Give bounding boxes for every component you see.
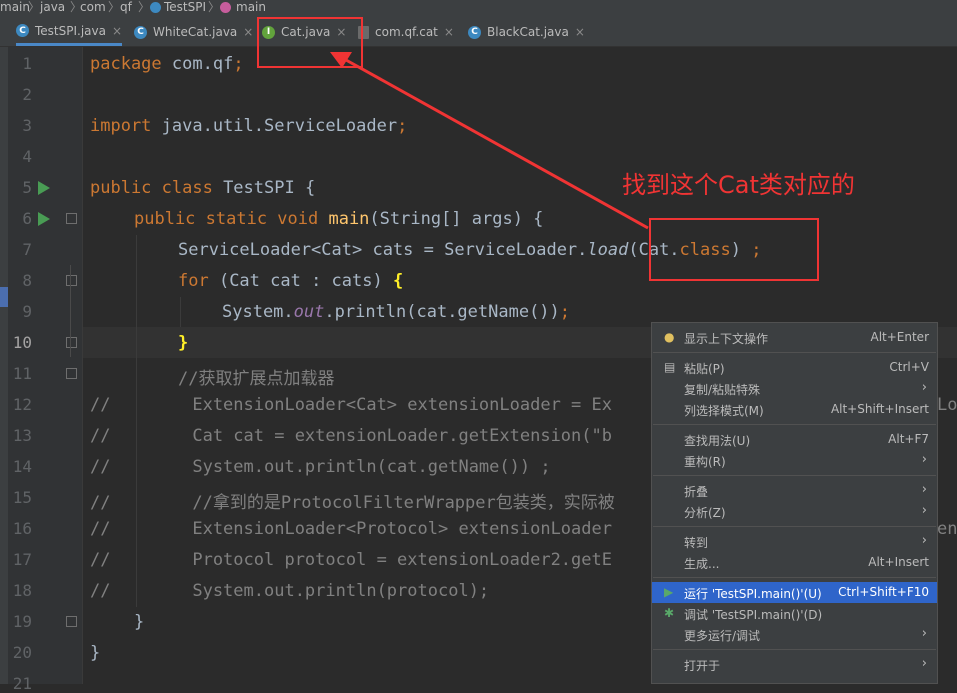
menu-item-generate[interactable]: 生成... Alt+Insert <box>652 552 937 573</box>
menu-item-debug[interactable]: ✱ 调试 'TestSPI.main()'(D) <box>652 603 937 624</box>
menu-item-run[interactable]: ▶ 运行 'TestSPI.main()'(U) Ctrl+Shift+F10 <box>652 582 937 603</box>
debug-icon: ✱ <box>664 606 675 620</box>
menu-separator <box>653 649 936 650</box>
menu-item-refactor[interactable]: 重构(R) › <box>652 450 937 471</box>
menu-item-paste[interactable]: ▤ 粘贴(P) Ctrl+V <box>652 357 937 378</box>
menu-item-folding[interactable]: 折叠 › <box>652 480 937 501</box>
menu-separator <box>653 526 936 527</box>
chevron-right-icon: › <box>921 626 927 641</box>
menu-label: 列选择模式(M) <box>684 404 764 418</box>
menu-label: 显示上下文操作 <box>684 332 769 346</box>
menu-separator <box>653 352 936 353</box>
menu-item-goto[interactable]: 转到 › <box>652 531 937 552</box>
menu-label: 分析(Z) <box>684 506 726 520</box>
menu-shortcut: Alt+F7 <box>888 432 929 446</box>
menu-label: 重构(R) <box>684 455 726 469</box>
menu-label: 转到 <box>684 536 709 550</box>
menu-shortcut: Ctrl+Shift+F10 <box>838 585 929 599</box>
menu-label: 粘贴(P) <box>684 362 725 376</box>
menu-item-analyze[interactable]: 分析(Z) › <box>652 501 937 522</box>
arrow-line <box>345 58 649 230</box>
chevron-right-icon: › <box>921 452 927 467</box>
menu-label: 折叠 <box>684 485 709 499</box>
menu-item-open-in[interactable]: 打开于 › <box>652 654 937 675</box>
menu-separator <box>653 577 936 578</box>
menu-shortcut: Alt+Enter <box>870 330 929 344</box>
menu-item-copy-paste-special[interactable]: 复制/粘贴特殊 › <box>652 378 937 399</box>
chevron-right-icon: › <box>921 482 927 497</box>
menu-label: 更多运行/调试 <box>684 629 761 643</box>
menu-label: 调试 'TestSPI.main()'(D) <box>684 608 823 622</box>
run-icon: ▶ <box>664 585 674 599</box>
menu-item-show-context-actions[interactable]: ● 显示上下文操作 Alt+Enter <box>652 327 937 348</box>
chevron-right-icon: › <box>921 533 927 548</box>
menu-label: 复制/粘贴特殊 <box>684 383 761 397</box>
menu-shortcut: Ctrl+V <box>889 360 929 374</box>
menu-item-column-selection[interactable]: 列选择模式(M) Alt+Shift+Insert <box>652 399 937 420</box>
menu-item-find-usages[interactable]: 查找用法(U) Alt+F7 <box>652 429 937 450</box>
bulb-icon: ● <box>664 330 675 344</box>
menu-item-more-run-debug[interactable]: 更多运行/调试 › <box>652 624 937 645</box>
menu-label: 生成... <box>684 557 720 571</box>
chevron-right-icon: › <box>921 380 927 395</box>
menu-label: 查找用法(U) <box>684 434 751 448</box>
menu-shortcut: Alt+Shift+Insert <box>830 402 929 416</box>
chevron-right-icon: › <box>921 656 927 671</box>
annotation-text: 找到这个Cat类对应的 <box>622 171 855 199</box>
menu-separator <box>653 475 936 476</box>
menu-label: 打开于 <box>684 659 721 673</box>
chevron-right-icon: › <box>921 503 927 518</box>
clipboard-icon: ▤ <box>664 360 676 374</box>
menu-separator <box>653 424 936 425</box>
menu-label: 运行 'TestSPI.main()'(U) <box>684 587 822 601</box>
context-menu: ● 显示上下文操作 Alt+Enter ▤ 粘贴(P) Ctrl+V 复制/粘贴… <box>651 322 938 684</box>
menu-shortcut: Alt+Insert <box>868 555 929 569</box>
